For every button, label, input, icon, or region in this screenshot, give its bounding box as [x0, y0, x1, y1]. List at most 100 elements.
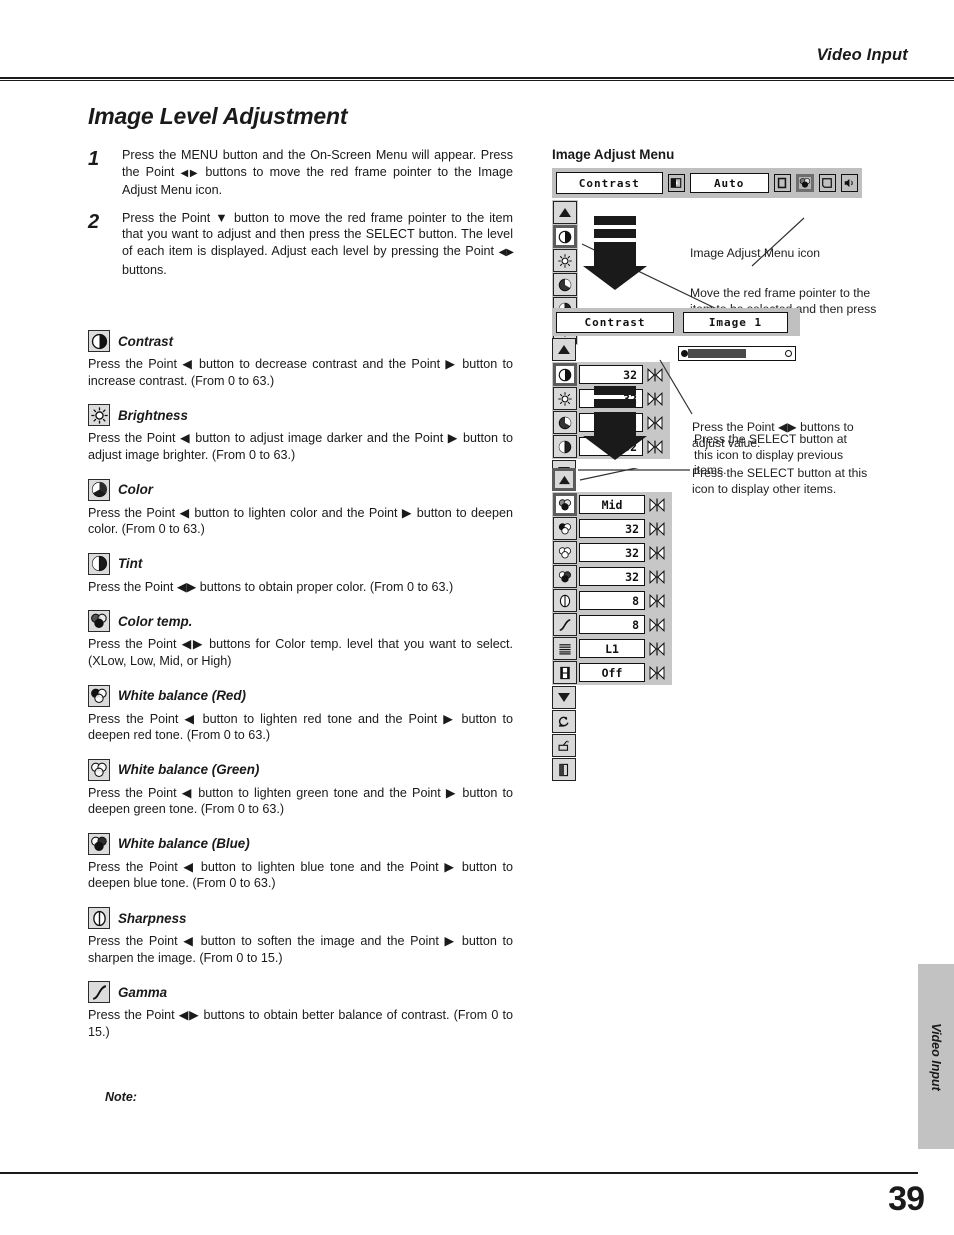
gamma-icon[interactable] — [553, 613, 577, 636]
item-gamma-desc: Press the Point ◀▶ buttons to obtain bet… — [88, 1008, 513, 1039]
color-icon[interactable] — [553, 411, 577, 434]
pc-adjust-icon[interactable] — [818, 174, 836, 192]
item-color: Color Press the Point ◀ button to lighte… — [88, 478, 513, 538]
up-arrow-icon[interactable] — [553, 201, 577, 224]
item-brightness-head: Brightness — [88, 404, 513, 427]
gamma-icon — [88, 981, 110, 1004]
step-2-number: 2 — [88, 210, 100, 233]
down-arrow-icon[interactable] — [552, 686, 576, 709]
adjust-arrows-icon[interactable] — [647, 543, 667, 562]
color-icon[interactable] — [553, 273, 577, 296]
item-contrast-title: Contrast — [118, 333, 174, 349]
point-lr-arrows-icon: ◀▶ — [180, 167, 201, 179]
item-color-title: Color — [118, 482, 153, 498]
adjust-arrows-icon[interactable] — [645, 389, 665, 408]
page-number: 39 — [888, 1180, 925, 1218]
step-2-text: Press the Point ▼ button to move the red… — [122, 210, 514, 278]
up-arrow-icon[interactable] — [552, 468, 576, 491]
item-gamma-title: Gamma — [118, 984, 168, 1000]
contrast-slider[interactable] — [678, 346, 796, 361]
adjust-arrows-icon[interactable] — [647, 495, 667, 514]
item-gamma-head: Gamma — [88, 981, 513, 1004]
film-icon[interactable] — [553, 661, 577, 684]
white-balance-red-icon[interactable] — [553, 517, 577, 540]
sound-icon[interactable] — [840, 174, 858, 192]
osd1-menu-bar: Contrast Auto — [552, 168, 862, 198]
osd3-rows: Mid 32 32 32 8 8 L1 Off — [552, 492, 672, 685]
item-white-balance-red: White balance (Red) Press the Point ◀ bu… — [88, 684, 513, 744]
callout-previous-items: Press the SELECT button at this icon to … — [694, 432, 847, 478]
brightness-icon — [88, 404, 110, 427]
quit-icon[interactable] — [552, 758, 576, 781]
tint-icon — [88, 552, 110, 575]
color-temp-icon — [88, 610, 110, 633]
adjust-arrows-icon[interactable] — [647, 519, 667, 538]
item-white-balance-blue-head: White balance (Blue) — [88, 832, 513, 855]
table-row[interactable]: 8 — [553, 613, 671, 636]
osd3-value-wb-green: 32 — [579, 543, 645, 562]
item-white-balance-blue: White balance (Blue) Press the Point ◀ b… — [88, 832, 513, 892]
adjust-arrows-icon[interactable] — [647, 663, 667, 682]
reset-icon[interactable] — [552, 710, 576, 733]
item-brightness: Brightness Press the Point ◀ button to a… — [88, 404, 513, 463]
osd3-value-color-temp: Mid — [579, 495, 645, 514]
step-2: 2 Press the Point ▼ button to move the r… — [88, 210, 514, 278]
contrast-icon[interactable] — [553, 363, 577, 386]
step-2-text-b: buttons. — [122, 262, 167, 277]
white-balance-green-icon[interactable] — [553, 541, 577, 564]
color-temp-icon[interactable] — [553, 493, 577, 516]
table-row[interactable]: 32 — [553, 565, 671, 588]
tint-icon[interactable] — [553, 435, 577, 458]
item-white-balance-red-head: White balance (Red) — [88, 684, 513, 707]
osd3-value-wb-blue: 32 — [579, 567, 645, 586]
table-row[interactable]: 32 — [553, 517, 671, 540]
table-row[interactable]: 32 — [553, 541, 671, 564]
brightness-icon[interactable] — [553, 387, 577, 410]
item-color-temp-desc: Press the Point ◀▶ buttons for Color tem… — [88, 637, 513, 668]
white-balance-green-icon — [88, 758, 110, 781]
right-column: Image Adjust Menu Contrast Auto Image Ad… — [552, 147, 892, 781]
store-icon[interactable] — [552, 734, 576, 757]
sharpness-icon[interactable] — [553, 589, 577, 612]
osd3-value-gamma: 8 — [579, 615, 645, 634]
input-icon[interactable] — [667, 174, 685, 192]
osd1-title-field: Contrast — [556, 172, 663, 194]
progressive-icon[interactable] — [553, 637, 577, 660]
slider-fill — [688, 349, 747, 358]
adjust-arrows-icon[interactable] — [647, 591, 667, 610]
item-color-temp-title: Color temp. — [118, 613, 193, 629]
osd3-value-film: Off — [579, 663, 645, 682]
adjust-arrows-icon[interactable] — [645, 365, 665, 384]
osd3-value-progressive: L1 — [579, 639, 645, 658]
color-icon — [88, 478, 110, 501]
brightness-icon[interactable] — [553, 249, 577, 272]
item-color-temp-head: Color temp. — [88, 610, 513, 633]
item-white-balance-red-title: White balance (Red) — [118, 688, 246, 703]
item-gamma: Gamma Press the Point ◀▶ buttons to obta… — [88, 981, 513, 1040]
table-row[interactable]: L1 — [553, 637, 671, 660]
adjust-arrows-icon[interactable] — [647, 615, 667, 634]
table-row[interactable]: 32 — [553, 363, 669, 386]
osd3-value-wb-red: 32 — [579, 519, 645, 538]
item-white-balance-blue-desc: Press the Point ◀ button to lighten blue… — [88, 859, 513, 891]
adjust-arrows-icon[interactable] — [647, 639, 667, 658]
item-white-balance-red-desc: Press the Point ◀ button to lighten red … — [88, 711, 513, 743]
adjust-arrows-icon[interactable] — [645, 437, 665, 456]
item-sharpness: Sharpness Press the Point ◀ button to so… — [88, 907, 513, 966]
flow-arrow-2-icon — [583, 386, 647, 460]
item-white-balance-green-head: White balance (Green) — [88, 758, 513, 781]
white-balance-blue-icon[interactable] — [553, 565, 577, 588]
screen-icon[interactable] — [773, 174, 791, 192]
table-row[interactable]: 8 — [553, 589, 671, 612]
table-row[interactable]: Off — [553, 661, 671, 684]
page-title: Image Level Adjustment — [88, 103, 348, 129]
osd3-value-sharpness: 8 — [579, 591, 645, 610]
adjust-arrows-icon[interactable] — [647, 567, 667, 586]
item-brightness-desc: Press the Point ◀ button to adjust image… — [88, 431, 513, 462]
table-row[interactable]: Mid — [553, 493, 671, 516]
image-adjust-icon[interactable] — [795, 174, 814, 192]
contrast-icon[interactable] — [553, 225, 577, 248]
up-arrow-icon[interactable] — [552, 338, 576, 361]
white-balance-blue-icon — [88, 832, 110, 855]
adjust-arrows-icon[interactable] — [645, 413, 665, 432]
